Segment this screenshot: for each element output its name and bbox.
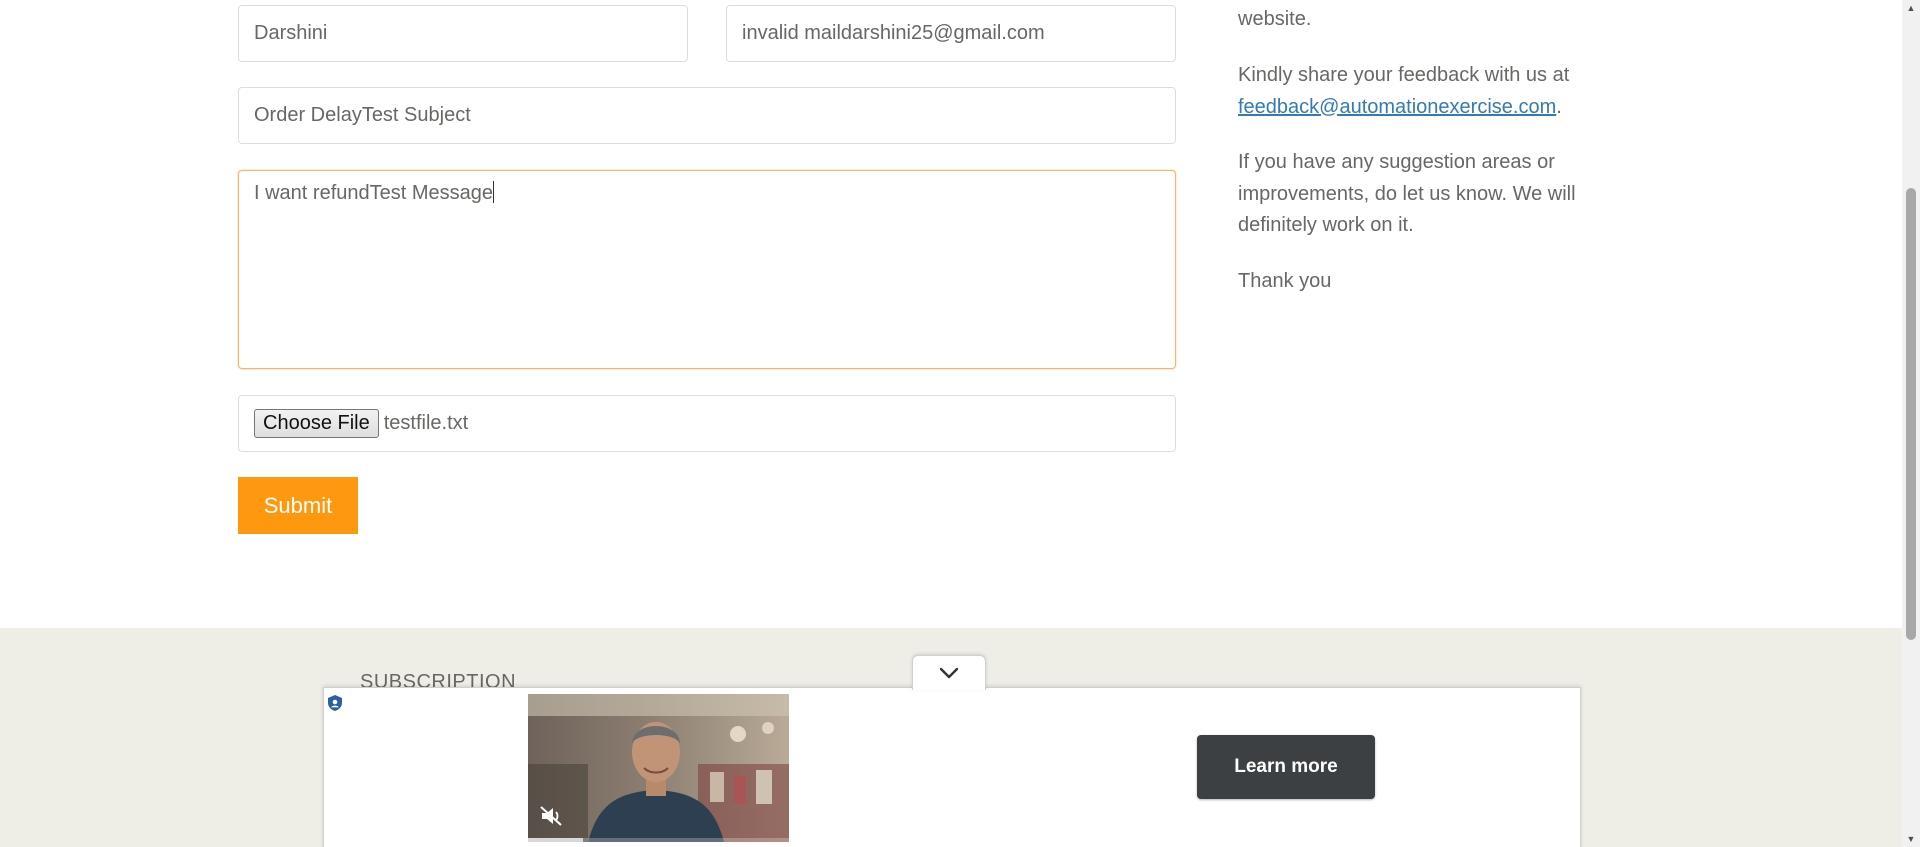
learn-more-button[interactable]: Learn more	[1197, 735, 1375, 799]
ad-banner: Learn more	[323, 687, 1581, 847]
scroll-up-icon[interactable]: ▲	[1902, 0, 1920, 16]
subject-field[interactable]: Order DelayTest Subject	[238, 87, 1176, 144]
submit-button[interactable]: Submit	[238, 477, 358, 534]
ad-video[interactable]	[528, 694, 789, 842]
info-website-text: website.	[1238, 8, 1312, 30]
thank-you-text: Thank you	[1238, 270, 1332, 292]
contact-page: Darshini invalid maildarshini25@gmail.co…	[0, 0, 1920, 847]
feedback-email-link[interactable]: feedback@automationexercise.com	[1238, 96, 1556, 118]
ad-video-progress-fill	[528, 838, 583, 842]
message-text: I want refundTest Message	[254, 182, 494, 204]
name-field[interactable]: Darshini	[238, 5, 688, 62]
speaker-muted-icon[interactable]	[539, 804, 565, 828]
ad-privacy-shield-icon[interactable]	[326, 694, 344, 712]
ad-video-frame	[528, 694, 789, 842]
chevron-down-icon	[939, 667, 959, 679]
feedback-paragraph: Kindly share your feedback with us at fee…	[1238, 60, 1618, 123]
feedback-prefix: Kindly share your feedback with us at	[1238, 64, 1570, 86]
vertical-scrollbar[interactable]: ▲ ▼	[1902, 0, 1920, 847]
scrollbar-thumb[interactable]	[1906, 188, 1916, 640]
file-upload-field: Choose File testfile.txt	[238, 395, 1176, 452]
ad-video-progress[interactable]	[528, 838, 789, 842]
ad-collapse-button[interactable]	[912, 655, 986, 690]
scroll-down-icon[interactable]: ▼	[1902, 831, 1920, 847]
text-caret	[493, 181, 495, 203]
email-field[interactable]: invalid maildarshini25@gmail.com	[726, 5, 1176, 62]
message-field[interactable]: I want refundTest Message	[238, 170, 1176, 369]
selected-file-name: testfile.txt	[383, 412, 469, 434]
choose-file-button[interactable]: Choose File	[254, 409, 379, 438]
feedback-suffix: .	[1556, 95, 1562, 118]
suggestion-paragraph: If you have any suggestion areas or impr…	[1238, 151, 1576, 236]
